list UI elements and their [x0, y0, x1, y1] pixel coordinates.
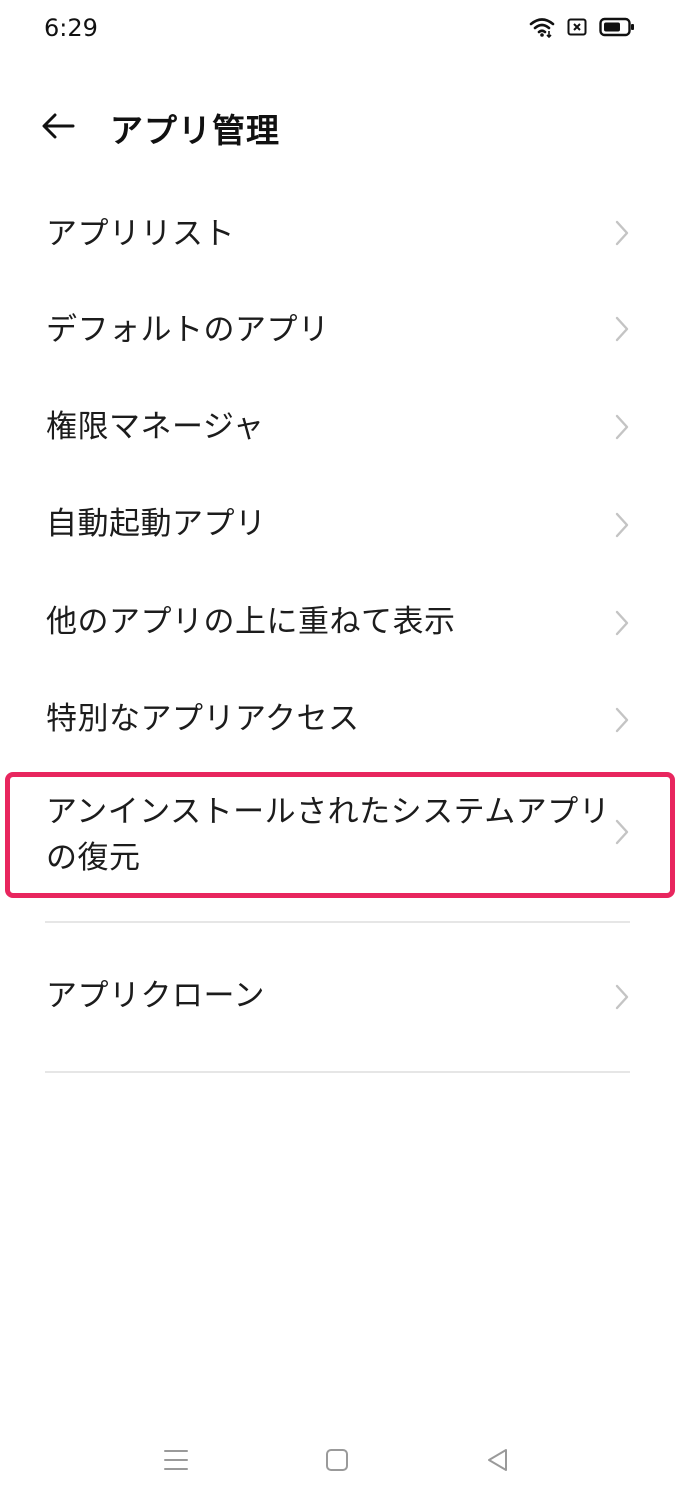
divider: [45, 1071, 630, 1073]
chevron-right-icon: [615, 610, 629, 636]
chevron-right-icon: [615, 984, 629, 1010]
app-header: アプリ管理: [0, 92, 675, 162]
menu-item-label: 自動起動アプリ: [46, 506, 267, 542]
menu-item-label: 権限マネージャ: [46, 409, 265, 445]
back-arrow-icon: [41, 113, 75, 143]
menu-item-label: アプリクローン: [46, 978, 265, 1014]
divider: [45, 921, 630, 923]
chevron-right-icon: [615, 414, 629, 440]
no-sim-icon: [567, 18, 587, 40]
status-icons: [529, 16, 635, 42]
recent-apps-button[interactable]: [156, 1442, 196, 1478]
chevron-right-icon: [615, 512, 629, 538]
page-title: アプリ管理: [110, 111, 280, 150]
wifi-icon: [529, 16, 555, 42]
menu-item-label: 特別なアプリアクセス: [46, 701, 360, 737]
menu-item-special-app-access[interactable]: 特別なアプリアクセス: [0, 674, 675, 770]
menu-item-app-list[interactable]: アプリリスト: [0, 184, 675, 282]
menu-item-display-over-apps[interactable]: 他のアプリの上に重ねて表示: [0, 576, 675, 674]
menu-item-label: デフォルトのアプリ: [46, 312, 330, 348]
chevron-right-icon: [615, 316, 629, 342]
menu-item-auto-launch[interactable]: 自動起動アプリ: [0, 478, 675, 576]
menu-lines-icon: [164, 1450, 188, 1470]
back-button[interactable]: [32, 102, 84, 154]
chevron-right-icon: [615, 707, 629, 733]
menu-item-default-apps[interactable]: デフォルトのアプリ: [0, 282, 675, 380]
menu-item-permission-manager[interactable]: 権限マネージャ: [0, 380, 675, 478]
navigation-bar: [0, 1420, 675, 1500]
triangle-back-icon: [488, 1449, 507, 1471]
status-bar: 6:29: [0, 0, 675, 60]
chevron-right-icon: [615, 220, 629, 246]
status-time: 6:29: [44, 14, 98, 42]
back-nav-button[interactable]: [478, 1442, 518, 1478]
menu-item-label: アプリリスト: [46, 216, 235, 252]
square-icon: [326, 1449, 348, 1471]
highlight-box: [5, 772, 675, 898]
home-button[interactable]: [317, 1442, 357, 1478]
menu-item-app-clone[interactable]: アプリクローン: [0, 948, 675, 1046]
menu-item-label: 他のアプリの上に重ねて表示: [46, 604, 456, 640]
battery-icon: [599, 17, 635, 41]
